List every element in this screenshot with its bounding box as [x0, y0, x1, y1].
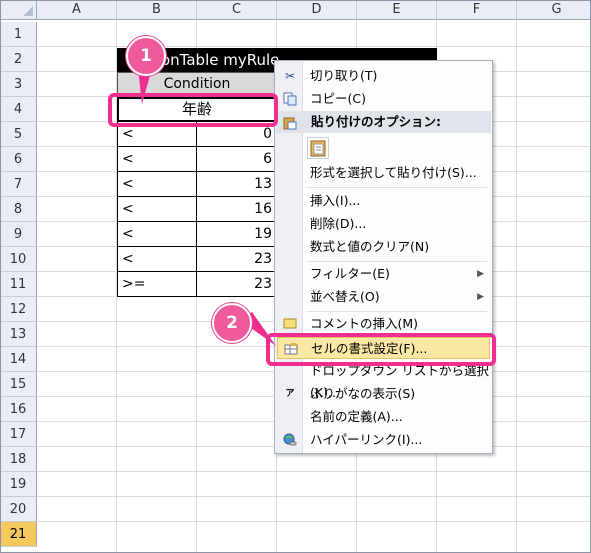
- callout-pointers: [138, 68, 276, 346]
- callout-badge-1: 1: [126, 36, 166, 76]
- callout-badge-2: 2: [212, 303, 252, 343]
